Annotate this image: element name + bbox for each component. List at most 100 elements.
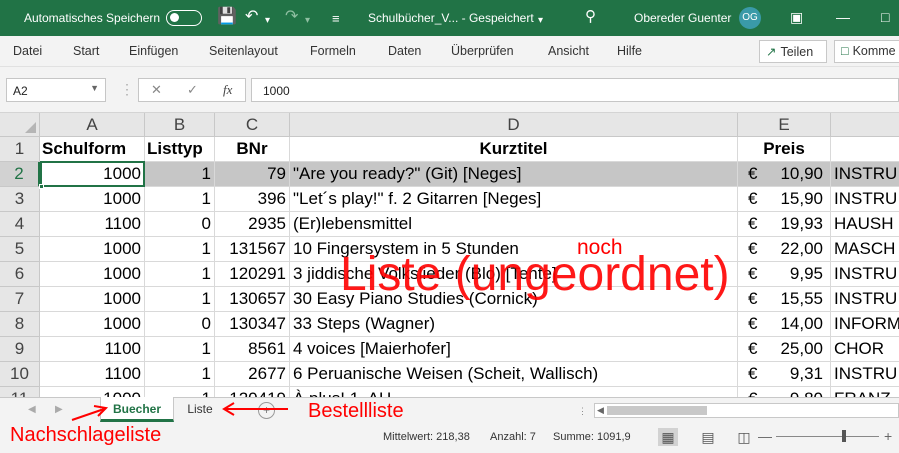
cell-preis[interactable]: €9,95	[738, 262, 831, 287]
cell-bnr[interactable]: 130657	[215, 287, 290, 312]
cell-extra[interactable]: INSTRU	[831, 187, 899, 212]
tab-split-icon[interactable]: ⋮	[578, 406, 587, 417]
tab-start[interactable]: Start	[73, 44, 99, 58]
cell-listtyp[interactable]: 1	[145, 162, 215, 187]
tab-hilfe[interactable]: Hilfe	[617, 44, 642, 58]
minimize-icon[interactable]: —	[836, 8, 850, 26]
cell-kurztitel[interactable]: 33 Steps (Wagner)	[290, 312, 738, 337]
cell-kurztitel[interactable]: 4 voices [Maierhofer]	[290, 337, 738, 362]
ribbon-display-options-icon[interactable]: ▣	[790, 8, 803, 26]
cell-bnr[interactable]: 8561	[215, 337, 290, 362]
cell-bnr[interactable]: 2677	[215, 362, 290, 387]
search-icon[interactable]: ⚲	[585, 8, 596, 26]
cell-preis[interactable]: €9,80	[738, 387, 831, 397]
header-cell-extra[interactable]	[831, 137, 899, 162]
cell-kurztitel[interactable]: 10 Fingersystem in 5 Stunden	[290, 237, 738, 262]
fill-handle[interactable]	[39, 184, 44, 189]
cell-preis[interactable]: €10,90	[738, 162, 831, 187]
cell-schulform[interactable]: 1000	[40, 287, 145, 312]
cell-extra[interactable]: HAUSH	[831, 212, 899, 237]
maximize-icon[interactable]: □	[881, 8, 889, 26]
row-header[interactable]: 9	[0, 337, 40, 362]
quick-access-more-icon[interactable]: ≡	[332, 10, 340, 28]
cell-schulform[interactable]: 1000	[40, 162, 145, 187]
status-average[interactable]: Mittelwert: 218,38	[383, 431, 470, 443]
cell-kurztitel[interactable]: "Let´s play!" f. 2 Gitarren [Neges]	[290, 187, 738, 212]
cell-listtyp[interactable]: 1	[145, 387, 215, 397]
cell-schulform[interactable]: 1000	[40, 237, 145, 262]
cell-kurztitel[interactable]: 6 Peruanische Weisen (Scheit, Wallisch)	[290, 362, 738, 387]
zoom-in-icon[interactable]: +	[884, 428, 892, 444]
undo-dropdown-icon[interactable]: ▾	[265, 12, 270, 30]
tab-formeln[interactable]: Formeln	[310, 44, 356, 58]
status-count[interactable]: Anzahl: 7	[490, 431, 536, 443]
cell-extra[interactable]: MASCH	[831, 237, 899, 262]
cell-listtyp[interactable]: 1	[145, 362, 215, 387]
cell-schulform[interactable]: 1000	[40, 262, 145, 287]
cell-extra[interactable]: CHOR	[831, 337, 899, 362]
cell-bnr[interactable]: 396	[215, 187, 290, 212]
select-all-button[interactable]	[0, 113, 40, 137]
name-box[interactable]: A2 ▼	[6, 78, 106, 102]
autosave-toggle[interactable]	[166, 10, 202, 26]
cell-kurztitel[interactable]: À plus! 1. AH	[290, 387, 738, 397]
function-icon[interactable]: fx	[223, 82, 232, 98]
tab-ueberpruefen[interactable]: Überprüfen	[451, 44, 514, 58]
tab-daten[interactable]: Daten	[388, 44, 421, 58]
row-header[interactable]: 3	[0, 187, 40, 212]
add-sheet-icon[interactable]: +	[258, 402, 275, 419]
tab-ansicht[interactable]: Ansicht	[548, 44, 589, 58]
cell-schulform[interactable]: 1000	[40, 312, 145, 337]
cell-listtyp[interactable]: 0	[145, 312, 215, 337]
redo-icon[interactable]: ↷	[285, 8, 298, 26]
column-header-e[interactable]: E	[738, 113, 831, 137]
user-name[interactable]: Obereder Guenter	[634, 11, 731, 25]
cell-listtyp[interactable]: 1	[145, 237, 215, 262]
cell-preis[interactable]: €22,00	[738, 237, 831, 262]
zoom-slider[interactable]	[776, 436, 879, 437]
cancel-icon[interactable]: ✕	[151, 82, 162, 98]
row-header[interactable]: 6	[0, 262, 40, 287]
cell-listtyp[interactable]: 1	[145, 287, 215, 312]
comments-button[interactable]: □ Komme	[834, 40, 899, 63]
row-header[interactable]: 1	[0, 137, 40, 162]
sheet-nav-prev-icon[interactable]: ◀	[28, 404, 36, 415]
cell-preis[interactable]: €9,31	[738, 362, 831, 387]
row-header[interactable]: 11	[0, 387, 40, 397]
cell-bnr[interactable]: 131567	[215, 237, 290, 262]
tab-datei[interactable]: Datei	[13, 44, 42, 58]
column-header-a[interactable]: A	[40, 113, 145, 137]
tab-seitenlayout[interactable]: Seitenlayout	[209, 44, 278, 58]
column-header-d[interactable]: D	[290, 113, 738, 137]
column-header-c[interactable]: C	[215, 113, 290, 137]
cell-schulform[interactable]: 1000	[40, 187, 145, 212]
header-cell-listtyp[interactable]: Listtyp	[145, 137, 215, 162]
share-button[interactable]: ↗ Teilen	[759, 40, 827, 63]
cell-extra[interactable]: INSTRU	[831, 162, 899, 187]
cell-extra[interactable]: INSTRU	[831, 287, 899, 312]
confirm-icon[interactable]: ✓	[187, 82, 198, 98]
normal-view-icon[interactable]: ▦	[658, 428, 678, 446]
cell-bnr[interactable]: 79	[215, 162, 290, 187]
column-header-f[interactable]	[831, 113, 899, 137]
row-header[interactable]: 10	[0, 362, 40, 387]
cell-bnr[interactable]: 120419	[215, 387, 290, 397]
sheet-tab-liste[interactable]: Liste	[176, 397, 224, 422]
cell-preis[interactable]: €15,90	[738, 187, 831, 212]
redo-dropdown-icon[interactable]: ▾	[305, 12, 310, 30]
cell-extra[interactable]: FRANZ	[831, 387, 899, 397]
header-cell-preis[interactable]: Preis	[738, 137, 831, 162]
scroll-left-icon[interactable]: ◀	[597, 405, 604, 416]
row-header[interactable]: 2	[0, 162, 40, 187]
cell-preis[interactable]: €19,93	[738, 212, 831, 237]
row-header[interactable]: 4	[0, 212, 40, 237]
row-header[interactable]: 5	[0, 237, 40, 262]
page-layout-view-icon[interactable]: ▤	[698, 428, 718, 446]
row-header[interactable]: 7	[0, 287, 40, 312]
cell-kurztitel[interactable]: (Er)lebensmittel	[290, 212, 738, 237]
filename-dropdown-icon[interactable]: ▾	[538, 12, 543, 30]
cell-schulform[interactable]: 1100	[40, 362, 145, 387]
sheet-tab-buecher[interactable]: Buecher	[100, 397, 174, 422]
cell-schulform[interactable]: 1000	[40, 387, 145, 397]
scrollbar-thumb[interactable]	[607, 406, 707, 415]
